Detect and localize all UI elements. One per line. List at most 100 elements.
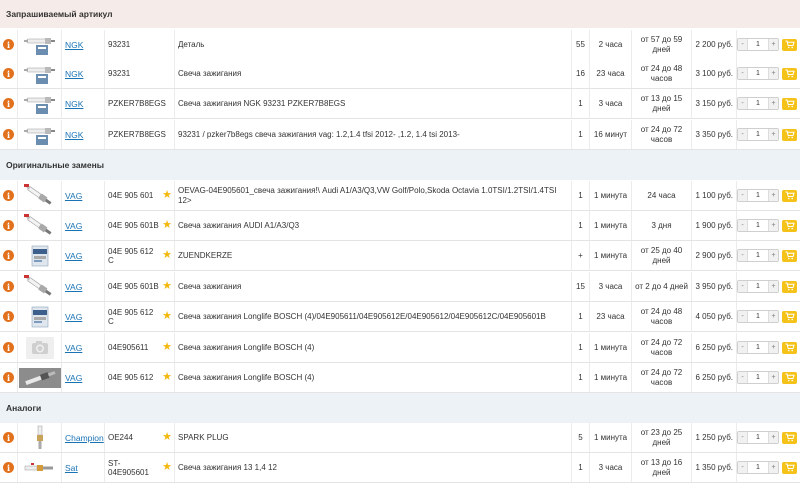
plus-button[interactable]: + (769, 281, 778, 292)
brand-link[interactable]: VAG (65, 221, 82, 231)
cart-icon[interactable] (782, 431, 797, 444)
info-icon[interactable]: i (3, 250, 14, 261)
cart-icon[interactable] (782, 280, 797, 293)
info-icon[interactable]: i (3, 39, 14, 50)
minus-button[interactable]: - (738, 372, 747, 383)
brand-link[interactable]: NGK (65, 99, 83, 109)
info-icon[interactable]: i (3, 281, 14, 292)
minus-button[interactable]: - (738, 311, 747, 322)
info-icon[interactable]: i (3, 220, 14, 231)
cart-icon[interactable] (782, 249, 797, 262)
minus-button[interactable]: - (738, 190, 747, 201)
info-icon[interactable]: i (3, 98, 14, 109)
info-icon[interactable]: i (3, 462, 14, 473)
quantity-input[interactable]: 1 (747, 372, 769, 383)
cart-icon[interactable] (782, 189, 797, 202)
quantity-input[interactable]: 1 (747, 342, 769, 353)
cart-icon[interactable] (782, 219, 797, 232)
cart-icon[interactable] (782, 371, 797, 384)
info-cell[interactable]: i (0, 423, 18, 452)
plus-button[interactable]: + (769, 39, 778, 50)
plus-button[interactable]: + (769, 220, 778, 231)
plus-button[interactable]: + (769, 311, 778, 322)
product-thumbnail[interactable] (18, 59, 62, 88)
minus-button[interactable]: - (738, 432, 747, 443)
info-icon[interactable]: i (3, 372, 14, 383)
brand-link[interactable]: NGK (65, 130, 83, 140)
info-cell[interactable]: i (0, 89, 18, 118)
product-thumbnail[interactable] (18, 272, 62, 301)
plus-button[interactable]: + (769, 342, 778, 353)
info-cell[interactable]: i (0, 302, 18, 331)
info-icon[interactable]: i (3, 342, 14, 353)
info-icon[interactable]: i (3, 68, 14, 79)
plus-button[interactable]: + (769, 68, 778, 79)
plus-button[interactable]: + (769, 372, 778, 383)
cart-icon[interactable] (782, 97, 797, 110)
info-icon[interactable]: i (3, 311, 14, 322)
info-cell[interactable]: i (0, 30, 18, 59)
cart-icon[interactable] (782, 128, 797, 141)
cart-icon[interactable] (782, 461, 797, 474)
brand-link[interactable]: NGK (65, 69, 83, 79)
product-thumbnail[interactable] (18, 423, 62, 452)
cart-icon[interactable] (782, 310, 797, 323)
quantity-input[interactable]: 1 (747, 190, 769, 201)
info-cell[interactable]: i (0, 272, 18, 301)
cart-icon[interactable] (782, 38, 797, 51)
brand-link[interactable]: Champion (65, 433, 104, 443)
minus-button[interactable]: - (738, 462, 747, 473)
product-thumbnail[interactable] (18, 453, 62, 482)
cart-icon[interactable] (782, 341, 797, 354)
quantity-input[interactable]: 1 (747, 129, 769, 140)
minus-button[interactable]: - (738, 281, 747, 292)
quantity-input[interactable]: 1 (747, 281, 769, 292)
product-thumbnail[interactable] (18, 302, 62, 331)
minus-button[interactable]: - (738, 250, 747, 261)
plus-button[interactable]: + (769, 129, 778, 140)
product-thumbnail[interactable] (18, 333, 62, 362)
minus-button[interactable]: - (738, 220, 747, 231)
info-cell[interactable]: i (0, 333, 18, 362)
brand-link[interactable]: VAG (65, 343, 82, 353)
plus-button[interactable]: + (769, 250, 778, 261)
minus-button[interactable]: - (738, 98, 747, 109)
brand-link[interactable]: VAG (65, 191, 82, 201)
info-icon[interactable]: i (3, 190, 14, 201)
info-cell[interactable]: i (0, 120, 18, 149)
quantity-input[interactable]: 1 (747, 39, 769, 50)
brand-link[interactable]: VAG (65, 282, 82, 292)
product-thumbnail[interactable] (18, 211, 62, 240)
info-cell[interactable]: i (0, 363, 18, 392)
plus-button[interactable]: + (769, 462, 778, 473)
quantity-input[interactable]: 1 (747, 432, 769, 443)
info-cell[interactable]: i (0, 241, 18, 270)
product-thumbnail[interactable] (18, 30, 62, 59)
info-cell[interactable]: i (0, 181, 18, 210)
info-cell[interactable]: i (0, 59, 18, 88)
info-cell[interactable]: i (0, 211, 18, 240)
info-cell[interactable]: i (0, 453, 18, 482)
plus-button[interactable]: + (769, 190, 778, 201)
plus-button[interactable]: + (769, 98, 778, 109)
brand-link[interactable]: VAG (65, 373, 82, 383)
quantity-input[interactable]: 1 (747, 68, 769, 79)
plus-button[interactable]: + (769, 432, 778, 443)
minus-button[interactable]: - (738, 342, 747, 353)
minus-button[interactable]: - (738, 39, 747, 50)
product-thumbnail[interactable] (18, 363, 62, 392)
brand-link[interactable]: NGK (65, 40, 83, 50)
quantity-input[interactable]: 1 (747, 311, 769, 322)
brand-link[interactable]: VAG (65, 312, 82, 322)
brand-link[interactable]: VAG (65, 251, 82, 261)
product-thumbnail[interactable] (18, 181, 62, 210)
quantity-input[interactable]: 1 (747, 462, 769, 473)
minus-button[interactable]: - (738, 68, 747, 79)
minus-button[interactable]: - (738, 129, 747, 140)
product-thumbnail[interactable] (18, 241, 62, 270)
product-thumbnail[interactable] (18, 120, 62, 149)
cart-icon[interactable] (782, 67, 797, 80)
product-thumbnail[interactable] (18, 89, 62, 118)
quantity-input[interactable]: 1 (747, 220, 769, 231)
quantity-input[interactable]: 1 (747, 98, 769, 109)
